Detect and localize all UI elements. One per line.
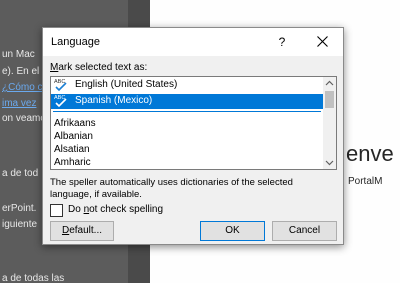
scroll-up-icon[interactable]: [323, 77, 336, 90]
language-listbox[interactable]: ABC English (United States) ABC Spanish …: [50, 76, 337, 170]
doc-text-line: a de todas las: [2, 273, 65, 283]
help-button[interactable]: ?: [270, 31, 294, 53]
doc-link[interactable]: ima vez: [2, 98, 36, 109]
do-not-check-spelling-label: Do not check spelling: [68, 204, 164, 215]
doc-link[interactable]: ¿Cómo c: [2, 82, 43, 93]
cancel-button[interactable]: Cancel: [272, 221, 337, 241]
do-not-check-spelling-checkbox[interactable]: [50, 204, 63, 217]
doc-text-line: a de tod: [2, 168, 39, 179]
list-item-spanish-mexico[interactable]: ABC Spanish (Mexico): [51, 94, 323, 109]
language-dialog: Language ? Mark selected text as: ABC En…: [42, 27, 344, 245]
slide-subtitle-fragment: PortalM: [348, 176, 383, 187]
slide-heading-fragment: enve: [346, 141, 394, 166]
abc-spellcheck-icon: ABC: [54, 95, 67, 108]
abc-spellcheck-icon: ABC: [54, 79, 67, 92]
doc-text-line: un Mac: [2, 49, 35, 60]
list-item-english-us[interactable]: ABC English (United States): [51, 78, 323, 93]
close-button[interactable]: [310, 31, 336, 53]
language-label: English (United States): [75, 79, 178, 90]
speller-info-text: The speller automatically uses dictionar…: [50, 177, 293, 200]
default-button[interactable]: Default...: [50, 221, 114, 241]
dialog-titlebar[interactable]: Language ?: [43, 28, 343, 56]
dialog-title: Language: [51, 36, 100, 48]
doc-text-line: iguiente: [2, 219, 38, 230]
doc-text-line: erPoint.: [2, 203, 37, 214]
mark-selected-text-label: Mark selected text as:: [50, 62, 148, 73]
svg-text:ABC: ABC: [54, 79, 65, 85]
listbox-scrollbar[interactable]: [323, 77, 336, 169]
svg-text:ABC: ABC: [54, 95, 65, 101]
scroll-thumb[interactable]: [325, 91, 334, 108]
language-label: Spanish (Mexico): [75, 95, 153, 106]
recent-languages-separator: [53, 111, 321, 112]
close-icon: [317, 36, 328, 47]
ok-button[interactable]: OK: [200, 221, 265, 241]
doc-text-line: on veamo: [2, 113, 46, 124]
scroll-down-icon[interactable]: [323, 156, 336, 169]
list-item-amharic[interactable]: Amharic: [51, 156, 323, 169]
doc-text-line: e). En el: [2, 66, 40, 77]
